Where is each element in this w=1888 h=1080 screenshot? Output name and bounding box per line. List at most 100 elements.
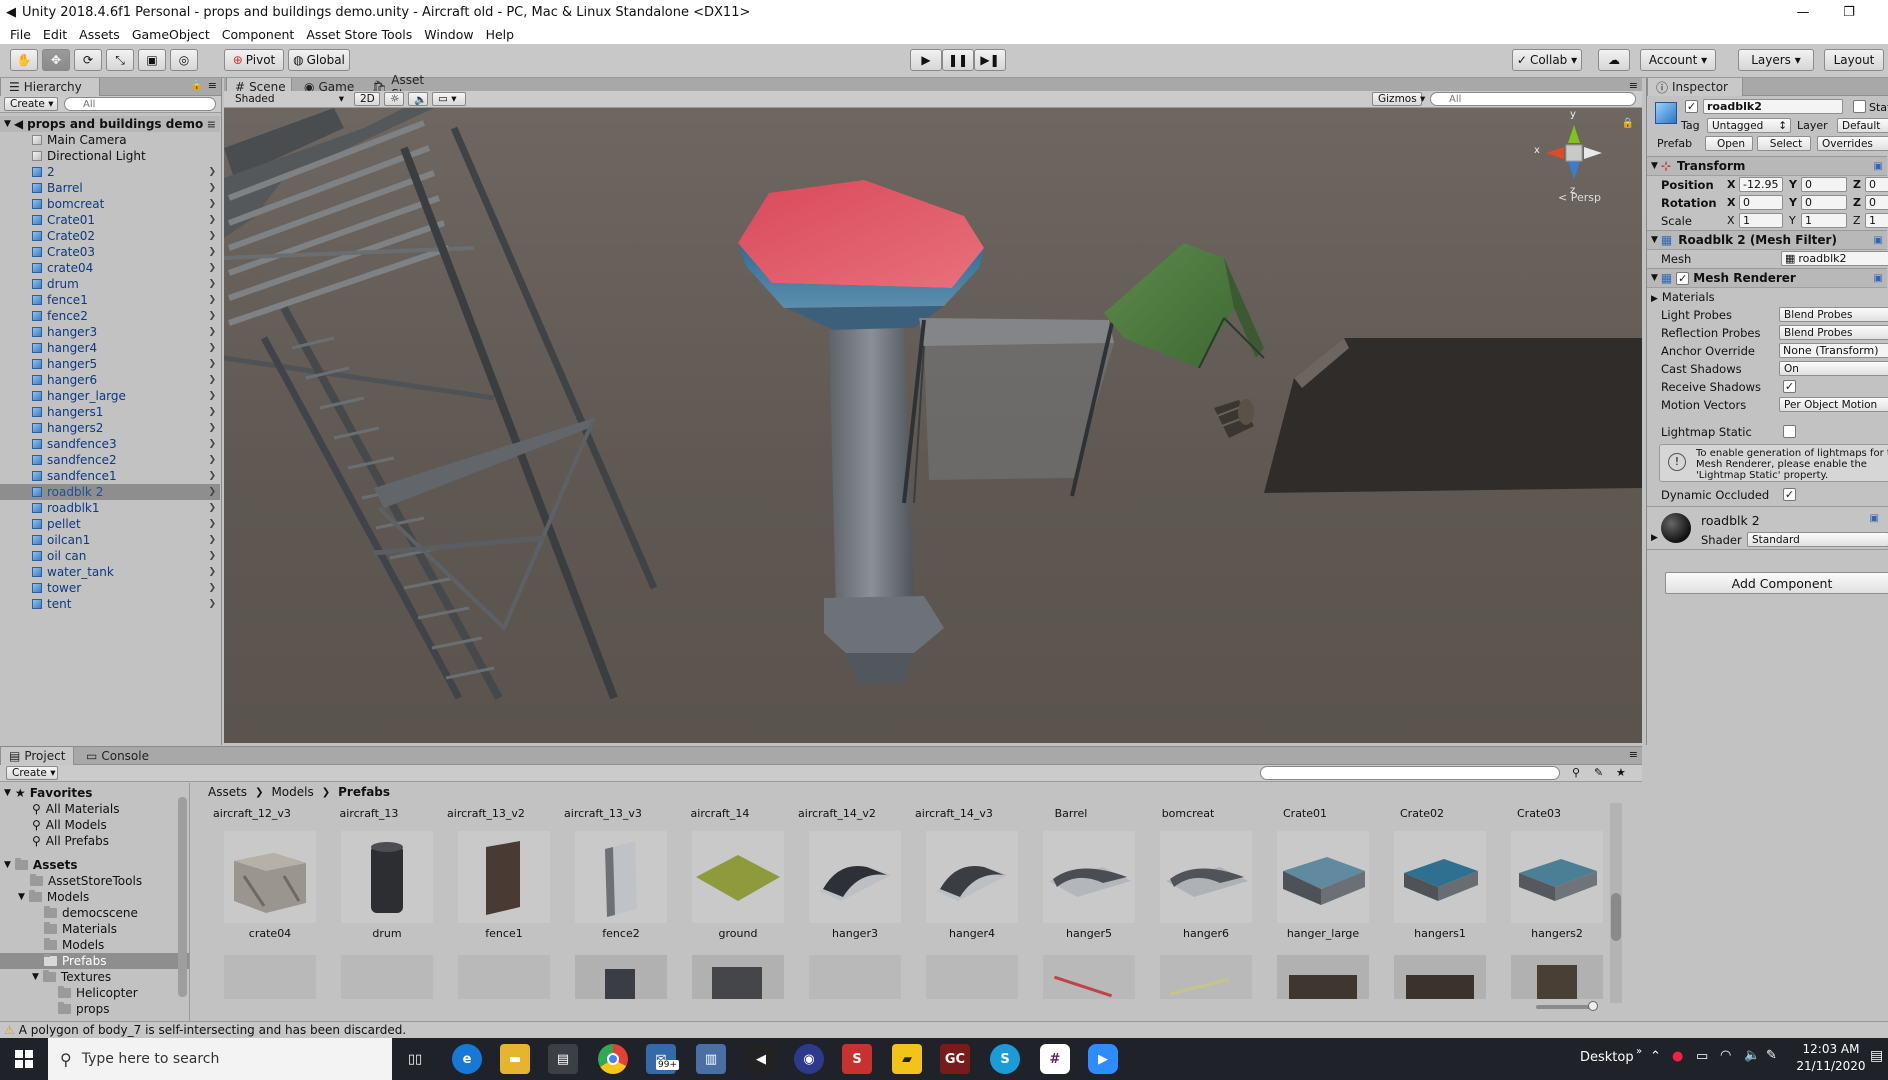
asset-label[interactable]: aircraft_14_v2	[781, 807, 893, 820]
pivot-button[interactable]: ⊕ Pivot	[224, 49, 284, 71]
move-tool-icon[interactable]: ✥	[42, 49, 70, 71]
receive-shadows-checkbox[interactable]: ✓	[1783, 380, 1796, 393]
menu-file[interactable]: File	[10, 27, 31, 42]
list-item[interactable]: Main Camera	[0, 132, 220, 148]
chevron-right-icon[interactable]: ❯	[208, 279, 216, 289]
list-item[interactable]: hanger3 ❯	[0, 324, 220, 340]
chevron-right-icon[interactable]: »	[1636, 1046, 1642, 1057]
asset-label[interactable]: Crate01	[1249, 807, 1361, 820]
asset-label[interactable]: hanger_large	[1267, 927, 1379, 940]
help-icon[interactable]: ▣	[1870, 513, 1879, 524]
step-button[interactable]: ▶❚	[974, 49, 1006, 71]
breadcrumb-assets[interactable]: Assets	[208, 785, 247, 799]
list-item[interactable]: Directional Light	[0, 148, 220, 164]
unity-icon[interactable]: ◀	[746, 1044, 776, 1074]
scale-y-field[interactable]: 1	[1801, 213, 1847, 228]
tree-scrollbar[interactable]	[178, 797, 187, 997]
list-item[interactable]: Crate02 ❯	[0, 228, 220, 244]
account-button[interactable]: Account ▾	[1640, 49, 1716, 71]
chevron-right-icon[interactable]: ❯	[208, 439, 216, 449]
rotate-tool-icon[interactable]: ⟳	[74, 49, 102, 71]
menu-gameobject[interactable]: GameObject	[132, 27, 210, 42]
status-bar[interactable]: ⚠ A polygon of body_7 is self-intersecti…	[0, 1021, 1888, 1038]
thumbnail-size-slider[interactable]	[1536, 1001, 1598, 1011]
asset-label[interactable]: hangers2	[1501, 927, 1613, 940]
mesh-filter-header[interactable]: ▼ ▦ Roadblk 2 (Mesh Filter) ▣	[1647, 230, 1887, 250]
hierarchy-create-button[interactable]: Create ▾	[4, 97, 58, 111]
motion-vectors-dropdown[interactable]: Per Object Motion	[1779, 397, 1888, 412]
asset-thumb-hangers1[interactable]	[1394, 831, 1486, 923]
list-item[interactable]: oil can ❯	[0, 548, 220, 564]
list-item[interactable]: 2 ❯	[0, 164, 220, 180]
chevron-right-icon[interactable]: ❯	[208, 599, 216, 609]
list-item[interactable]: hanger4 ❯	[0, 340, 220, 356]
asset-thumb-hanger6[interactable]	[1160, 831, 1252, 923]
folder-textures[interactable]: ▼ Textures	[32, 969, 111, 985]
lock-icon[interactable]: 🔒	[191, 80, 203, 91]
barrel[interactable]	[1214, 399, 1254, 438]
asset-label[interactable]: aircraft_13_v3	[547, 807, 659, 820]
tent[interactable]	[1104, 243, 1265, 369]
asset-thumb[interactable]	[1277, 955, 1369, 999]
active-checkbox[interactable]: ✓	[1685, 100, 1698, 113]
fav-all-models[interactable]: ⚲ All Models	[32, 817, 107, 833]
menu-assets[interactable]: Assets	[79, 27, 120, 42]
slack-icon[interactable]: #	[1040, 1044, 1070, 1074]
asset-thumb-hanger-large[interactable]	[1277, 831, 1369, 923]
desktop-toolbar-label[interactable]: Desktop	[1580, 1050, 1634, 1065]
ramp[interactable]	[1264, 338, 1642, 493]
list-item[interactable]: hangers1 ❯	[0, 404, 220, 420]
prefab-select-button[interactable]: Select	[1757, 136, 1811, 151]
app-gc-icon[interactable]: GC	[940, 1044, 970, 1074]
position-y-field[interactable]: 0	[1801, 177, 1847, 192]
static-checkbox[interactable]	[1853, 100, 1866, 113]
asset-label[interactable]: hangers1	[1384, 927, 1496, 940]
list-item[interactable]: pellet ❯	[0, 516, 220, 532]
panel-menu-icon[interactable]: ≡	[1629, 748, 1638, 761]
asset-thumb-drum[interactable]	[341, 831, 433, 923]
position-z-field[interactable]: 0	[1865, 177, 1888, 192]
minimize-button[interactable]: —	[1780, 0, 1826, 24]
asset-thumb[interactable]	[692, 955, 784, 999]
asset-label[interactable]: Barrel	[1015, 807, 1127, 820]
scale-tool-icon[interactable]: ⤡	[106, 49, 134, 71]
wifi-icon[interactable]: ◠	[1720, 1048, 1731, 1063]
list-item[interactable]: oilcan1 ❯	[0, 532, 220, 548]
lock-icon[interactable]: 🔒	[1622, 118, 1634, 129]
list-item[interactable]: roadblk1 ❯	[0, 500, 220, 516]
asset-thumb-fence2[interactable]	[575, 831, 667, 923]
materials-foldout[interactable]: ▶ Materials	[1651, 290, 1715, 304]
notepad-icon[interactable]: ▥	[696, 1044, 726, 1074]
tag-dropdown[interactable]: Untagged ↕	[1707, 118, 1791, 133]
asset-label[interactable]: crate04	[214, 927, 326, 940]
list-item[interactable]: tent ❯	[0, 596, 220, 612]
transform-tool-icon[interactable]: ◎	[170, 49, 198, 71]
rect-tool-icon[interactable]: ▣	[138, 49, 166, 71]
chevron-right-icon[interactable]: ❯	[208, 359, 216, 369]
prefab-open-button[interactable]: Open	[1705, 136, 1753, 151]
asset-label[interactable]: ground	[682, 927, 794, 940]
asset-thumb-hanger3[interactable]	[809, 831, 901, 923]
chevron-right-icon[interactable]: ❯	[208, 455, 216, 465]
lighting-toggle[interactable]: ☼	[384, 92, 404, 106]
expand-icon[interactable]: ▼	[1651, 235, 1658, 245]
asset-label[interactable]: hanger4	[916, 927, 1028, 940]
transform-header[interactable]: ▼ ⊹ Transform ▣	[1647, 156, 1887, 176]
tray-app-icon[interactable]: ●	[1672, 1049, 1683, 1064]
scale-z-field[interactable]: 1	[1865, 213, 1888, 228]
asset-thumb[interactable]	[224, 955, 316, 999]
project-create-button[interactable]: Create ▾	[6, 766, 58, 780]
asset-label[interactable]: Crate02	[1366, 807, 1478, 820]
gizmos-dropdown[interactable]: Gizmos ▾	[1372, 92, 1425, 106]
list-item[interactable]: hangers2 ❯	[0, 420, 220, 436]
lightmap-static-checkbox[interactable]	[1783, 425, 1796, 438]
pen-icon[interactable]: ✎	[1766, 1048, 1777, 1063]
asset-thumb-hanger5[interactable]	[1043, 831, 1135, 923]
asset-label[interactable]: bomcreat	[1132, 807, 1244, 820]
chevron-right-icon[interactable]: ❯	[208, 183, 216, 193]
asset-thumb[interactable]	[1160, 955, 1252, 999]
edge-icon[interactable]: e	[452, 1044, 482, 1074]
reflection-probes-dropdown[interactable]: Blend Probes	[1779, 325, 1888, 340]
asset-label[interactable]: aircraft_13_v2	[430, 807, 542, 820]
hierarchy-search-input[interactable]: All	[64, 97, 216, 111]
